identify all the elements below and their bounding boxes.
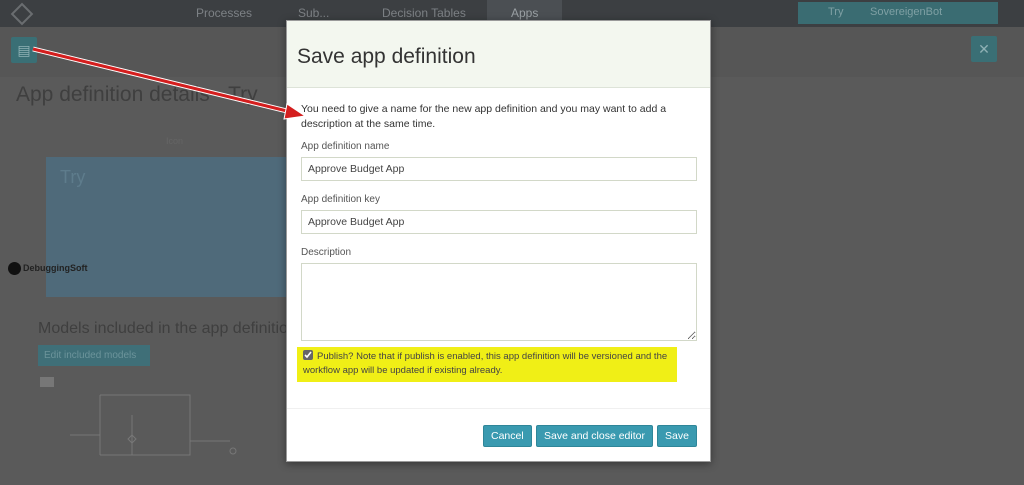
app-key-input[interactable] xyxy=(301,210,697,234)
description-textarea[interactable] xyxy=(301,263,697,341)
background-app-card: Try xyxy=(46,157,290,297)
background-page-title: App definition details - Try xyxy=(16,83,258,106)
nav-item-sub[interactable]: Sub... xyxy=(298,6,329,20)
logo-icon[interactable] xyxy=(10,2,34,26)
model-icon xyxy=(40,377,54,387)
dialog-footer: Cancel Save and close editor Save xyxy=(287,408,710,462)
save-app-definition-dialog: Save app definition You need to give a n… xyxy=(286,20,711,462)
nav-item-decision-tables[interactable]: Decision Tables xyxy=(382,6,466,20)
user-menu[interactable]: Try SovereigenBot xyxy=(798,2,998,24)
description-label: Description xyxy=(301,247,352,258)
diagram-end-event xyxy=(229,447,237,455)
save-and-close-button[interactable]: Save and close editor xyxy=(536,425,653,447)
user-prefix: Try xyxy=(828,6,844,18)
background-icon-caption: Icon xyxy=(166,136,184,146)
dialog-header: Save app definition xyxy=(287,21,710,88)
save-button[interactable]: Save xyxy=(657,425,697,447)
background-process-diagram xyxy=(40,377,237,456)
background-edit-models-button[interactable]: Edit included models xyxy=(38,345,150,366)
dialog-intro-text: You need to give a name for the new app … xyxy=(301,103,667,130)
publish-label: Publish? Note that if publish is enabled… xyxy=(303,351,668,376)
watermark-logo: DebuggingSoft xyxy=(8,262,88,275)
publish-option: Publish? Note that if publish is enabled… xyxy=(297,347,677,382)
user-name: SovereigenBot xyxy=(870,6,943,18)
dialog-body: You need to give a name for the new app … xyxy=(287,88,710,341)
diagram-lines xyxy=(70,394,230,456)
background-card-title: Try xyxy=(60,167,86,187)
dialog-title: Save app definition xyxy=(297,45,476,68)
app-key-label: App definition key xyxy=(301,194,380,205)
watermark-text: DebuggingSoft xyxy=(23,262,88,273)
gear-icon xyxy=(8,262,21,275)
cancel-button[interactable]: Cancel xyxy=(483,425,532,447)
close-icon[interactable]: ✕ xyxy=(971,36,997,62)
publish-checkbox[interactable] xyxy=(303,350,313,360)
background-models-heading: Models included in the app definition xyxy=(38,320,297,337)
app-name-input[interactable] xyxy=(301,157,697,181)
app-name-label: App definition name xyxy=(301,141,390,152)
nav-item-processes[interactable]: Processes xyxy=(196,6,252,20)
save-icon[interactable]: ▤ xyxy=(11,37,37,63)
